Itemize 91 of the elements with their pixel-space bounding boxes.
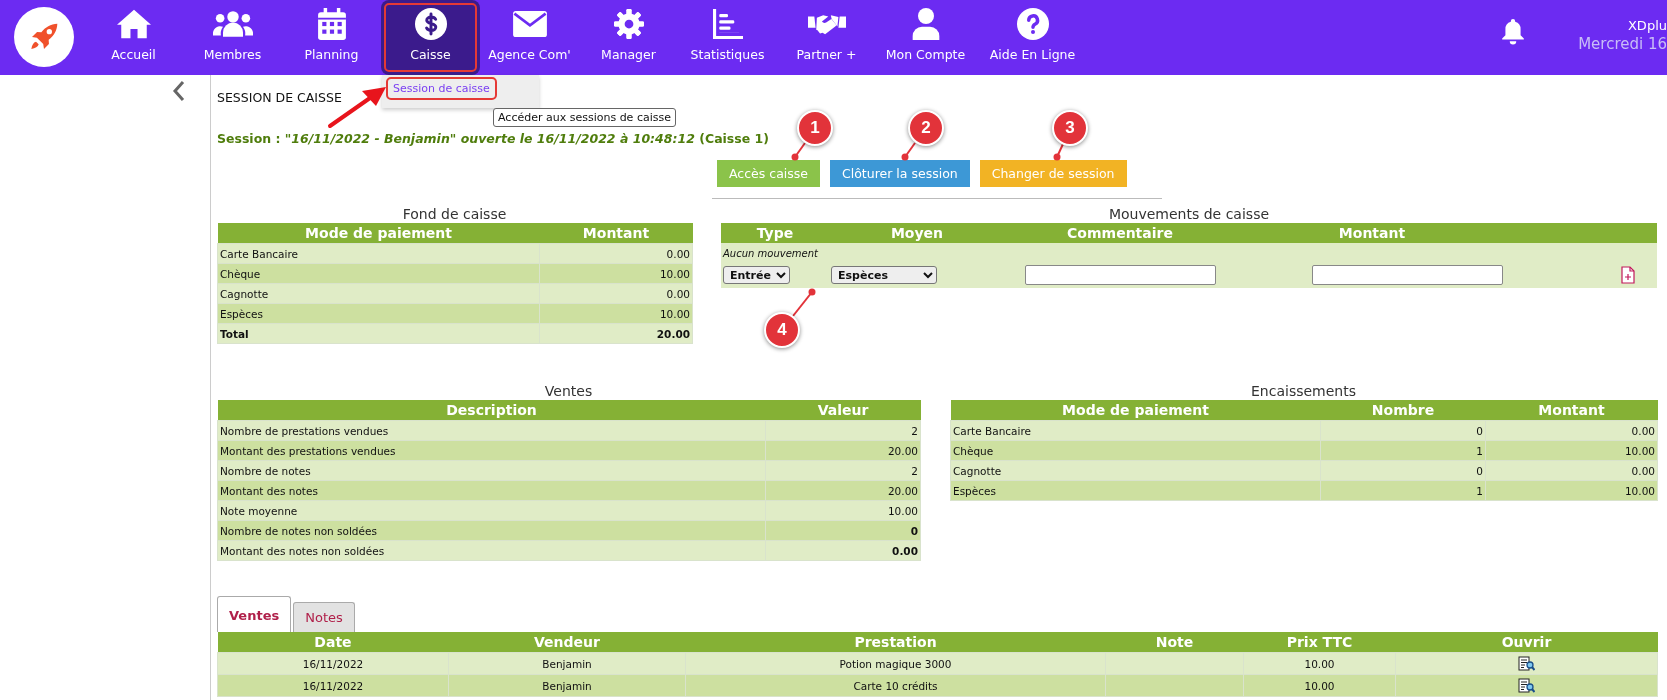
column-header: Vendeur [448,632,686,653]
home-icon [116,8,151,40]
nav-item[interactable]: Caisse [381,0,480,75]
table-cell: Carte Bancaire [217,243,540,264]
bell-icon[interactable] [1502,18,1525,45]
type-select[interactable]: Entrée [723,266,790,284]
table-cell: Carte Bancaire [950,420,1321,441]
dollar-icon [414,8,447,40]
column-header: Prix TTC [1243,632,1396,653]
nav-item[interactable]: Agence Com' [480,0,579,75]
payment-select[interactable]: Espèces [831,266,937,284]
nav-item[interactable]: Aide En Ligne [983,0,1082,75]
callout-marker: 1 [797,110,833,146]
settings-icon [613,9,644,39]
table-cell: Espèces [950,480,1321,501]
column-header: Nombre [1320,400,1486,421]
table-cell: Chèque [217,263,540,284]
bar-chart-icon [712,9,743,39]
callout-marker: 3 [1052,110,1088,146]
column-header: Ouvrir [1395,632,1658,653]
nav-item[interactable]: Manager [579,0,678,75]
section-title: Fond de caisse [401,205,508,223]
document-search-icon[interactable] [1518,655,1535,672]
table-cell: Benjamin [448,652,686,675]
table-cell: 0.00 [1485,420,1658,441]
table-cell: Nombre de prestations vendues [217,420,766,441]
nav-item[interactable]: Accueil [84,0,183,75]
tooltip: Accéder aux sessions de caisse [493,108,676,127]
nav-item[interactable]: Membres [183,0,282,75]
document-search-icon[interactable] [1518,677,1535,694]
table-cell: 16/11/2022 [217,652,449,675]
column-header: Mode de paiement [950,400,1321,421]
back-chevron-icon[interactable] [172,80,186,102]
table-cell: Note moyenne [217,500,766,521]
table-cell: 10.00 [1243,652,1396,675]
session-info: Session : "16/11/2022 - Benjamin" ouverte le 16/11/2022 à 10:48:12 (Caisse 1) [217,131,770,146]
empty-message: Aucun mouvement [723,247,818,259]
nav-item[interactable]: Mon Compte [876,0,975,75]
section-title: Encaissements [1250,382,1357,400]
column-header: Montant [1485,400,1658,421]
envelope-icon [512,11,547,37]
section-title: Ventes [543,382,594,400]
user-name: XDplu [1627,18,1667,33]
amount-field[interactable] [1311,265,1503,285]
column-header: Moyen [829,223,1005,243]
column-header: Note [1105,632,1244,653]
table-cell: Chèque [950,440,1321,461]
table-cell: 0.00 [539,243,693,264]
column-header: Description [217,400,766,421]
table-cell: Total [217,323,540,344]
menu-item[interactable]: Session de caisse [386,77,497,100]
table-cell: Cagnotte [217,283,540,304]
callout-marker: 4 [764,312,800,348]
column-header: Date [217,632,449,653]
table-cell: 2 [765,420,921,441]
table-cell: Carte 10 crédits [685,674,1106,697]
add-file-icon[interactable] [1621,266,1635,284]
page-title: SESSION DE CAISSE [217,90,343,105]
users-icon [212,9,253,39]
table-cell: Nombre de notes non soldées [217,520,766,541]
help-icon [1016,8,1049,40]
table-cell: Nombre de notes [217,460,766,481]
logo[interactable] [14,7,74,67]
callout-marker: 2 [908,110,944,146]
table-cell: Cagnotte [950,460,1321,481]
table-cell: Potion magique 3000 [685,652,1106,675]
column-header: Prestation [685,632,1106,653]
column-header: Valeur [765,400,921,421]
calendar-icon [317,8,346,40]
table-cell: Montant des prestations vendues [217,440,766,461]
table-cell: Benjamin [448,674,686,697]
nav-item[interactable]: Planning [282,0,381,75]
person-icon [911,8,940,40]
tab[interactable]: Notes [293,602,355,632]
column-header: Commentaire [1005,223,1235,243]
nav-item[interactable]: Partner + [777,0,876,75]
tab[interactable]: Ventes [217,596,292,632]
date-text: Mercredi 16 [1578,35,1667,53]
nav-item[interactable]: Statistiques [678,0,777,75]
table-cell: 16/11/2022 [217,674,449,697]
column-header: Montant [539,223,693,244]
table-cell: 10.00 [1243,674,1396,697]
column-header: Montant [1235,223,1509,243]
column-header: Type [721,223,829,243]
column-header: Mode de paiement [217,223,540,244]
table-cell: Espèces [217,303,540,324]
comment-field[interactable] [1024,265,1216,285]
section-title: Mouvements de caisse [1107,205,1271,223]
table-cell: 0 [1320,420,1486,441]
table-cell: Montant des notes non soldées [217,540,766,561]
table-cell: Montant des notes [217,480,766,501]
